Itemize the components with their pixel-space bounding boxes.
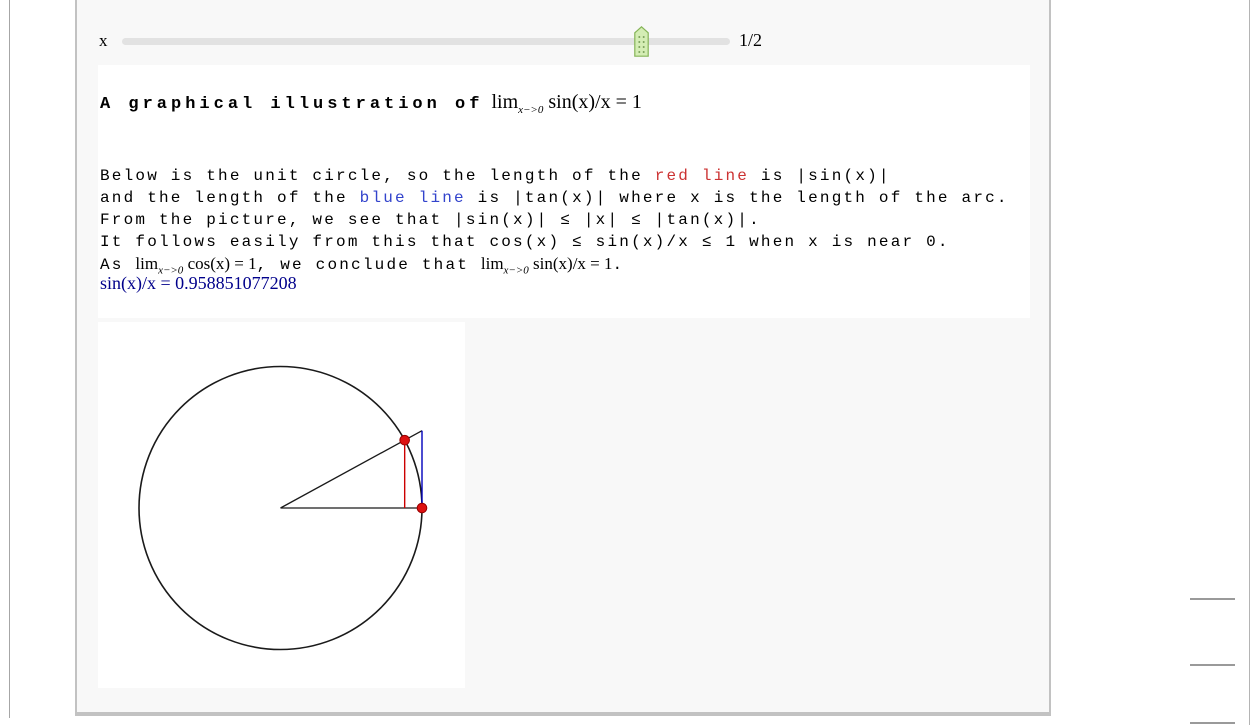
output-paragraph: Below is the unit circle, so the length … [100, 165, 1009, 281]
point-at-one-zero [417, 503, 427, 513]
plot-image [98, 322, 465, 688]
paragraph-line-4: It follows easily from this that cos(x) … [100, 231, 1009, 253]
interact-cell: x 1/2 A graphical illustration of limx−>0… [75, 0, 1051, 716]
slider-handle-icon [634, 26, 649, 57]
limit-math-1: limx−>0 cos(x) = 1 [135, 254, 256, 273]
unit-circle-plot [98, 322, 465, 688]
x-slider-handle[interactable] [634, 26, 649, 57]
divider-line [1190, 598, 1235, 600]
blue-line-mention: blue line [360, 189, 466, 207]
divider-line [1190, 722, 1235, 724]
result-value: sin(x)/x = 0.958851077208 [100, 273, 297, 294]
title-math: limx−>0 sin(x)/x = 1 [491, 91, 641, 113]
output-area: A graphical illustration of limx−>0 sin(x… [98, 65, 1030, 318]
paragraph-line-1: Below is the unit circle, so the length … [100, 165, 1009, 187]
red-line-mention: red line [655, 167, 749, 185]
paragraph-line-3: From the picture, we see that |sin(x)| ≤… [100, 209, 1009, 231]
paragraph-line-2: and the length of the blue line is |tan(… [100, 187, 1009, 209]
output-title: A graphical illustration of limx−>0 sin(x… [100, 91, 642, 116]
title-text: A graphical illustration of [100, 95, 483, 114]
limit-math-2: limx−>0 sin(x)/x = 1 [481, 254, 613, 273]
page-right-rule [1249, 0, 1250, 725]
divider-line [1190, 664, 1235, 666]
point-on-circle [400, 435, 410, 445]
slider-value: 1/2 [739, 30, 762, 51]
x-slider-track[interactable] [122, 38, 730, 45]
page-left-rule [9, 0, 10, 718]
slider-label: x [99, 31, 108, 51]
